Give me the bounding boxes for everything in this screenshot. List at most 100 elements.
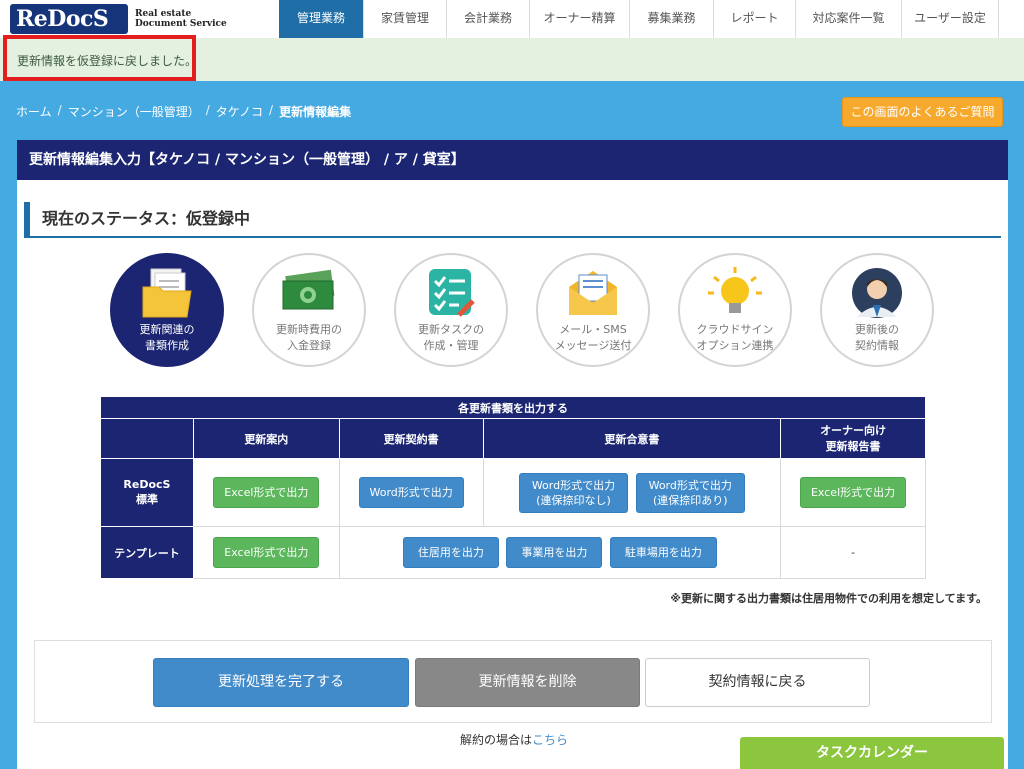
step-label-line: 作成・管理 [423, 339, 479, 352]
parking-output-button[interactable]: 駐車場用を出力 [609, 537, 717, 568]
breadcrumb: ホーム / マンション（一般管理） / タケノコ / 更新情報編集 [16, 103, 351, 120]
row-template-label: テンプレート [100, 526, 194, 579]
button-line: Word形式で出力 [648, 478, 732, 492]
breadcrumb-separator: / [205, 103, 210, 117]
cancellation-text: 解約の場合は [460, 733, 533, 747]
cell-template-owner: - [780, 526, 926, 579]
nav-spacer [998, 0, 1024, 38]
breadcrumb-separator: / [269, 103, 274, 117]
output-note: ※更新に関する出力書類は住居用物件での利用を想定してます。 [670, 592, 987, 605]
cancellation-note: 解約の場合はこちら [460, 731, 568, 748]
button-line: (連保捺印なし) [536, 493, 611, 507]
step-label: 更新タスクの 作成・管理 [396, 322, 506, 354]
cell-standard-owner: Excel形式で出力 [780, 458, 926, 527]
table-corner [100, 418, 194, 459]
col-owner-report-line-2: 更新報告書 [825, 439, 881, 453]
back-to-contract-button[interactable]: 契約情報に戻る [645, 658, 870, 707]
folder-documents-icon [142, 268, 192, 318]
step-payment[interactable]: 更新時費用の 入金登録 [252, 253, 366, 367]
row-standard-label: ReDocS 標準 [100, 458, 194, 527]
step-label: クラウドサイン オプション連携 [680, 322, 790, 354]
output-documents-table: 各更新書類を出力する 更新案内 更新契約書 更新合意書 オーナー向け 更新報告書… [100, 396, 926, 579]
nav-cases[interactable]: 対応案件一覧 [795, 0, 901, 38]
breadcrumb-property-type[interactable]: マンション（一般管理） [68, 103, 200, 120]
col-owner-report-line-1: オーナー向け [820, 423, 887, 437]
task-checklist-icon [429, 269, 475, 317]
status-heading: 現在のステータス：仮登録中 [24, 202, 1001, 238]
breadcrumb-home[interactable]: ホーム [16, 103, 52, 120]
logo-subtitle-line-1: Real estate [135, 9, 192, 19]
word-output-button[interactable]: Word形式で出力 [358, 477, 464, 508]
cancellation-link[interactable]: こちら [532, 733, 568, 747]
cell-standard-contract: Word形式で出力 [338, 458, 484, 527]
top-header: ReDocS Real estate Document Service 管理業務… [0, 0, 1024, 38]
page-title: 更新情報編集入力【タケノコ / マンション（一般管理） / ア / 貸室】 [17, 140, 1008, 180]
task-calendar-button[interactable]: タスクカレンダー [740, 737, 1004, 769]
col-contract: 更新契約書 [338, 418, 484, 459]
cell-standard-agreement: Word形式で出力 (連保捺印なし) Word形式で出力 (連保捺印あり) [482, 458, 782, 527]
step-contract[interactable]: 更新後の 契約情報 [820, 253, 934, 367]
step-label-line: メール・SMS [559, 323, 627, 336]
redocs-logo[interactable]: ReDocS Real estate Document Service [10, 4, 227, 34]
person-icon [852, 268, 902, 318]
word-output-with-seal-button[interactable]: Word形式で出力 (連保捺印あり) [635, 472, 745, 513]
business-output-button[interactable]: 事業用を出力 [506, 537, 603, 568]
action-box: 更新処理を完了する 更新情報を削除 契約情報に戻る [34, 640, 992, 723]
main-panel: 更新情報編集入力【タケノコ / マンション（一般管理） / ア / 貸室】 現在… [17, 140, 1008, 769]
nav-reports[interactable]: レポート [713, 0, 795, 38]
logo-subtitle-line-2: Document Service [135, 19, 227, 29]
logo-subtitle: Real estate Document Service [135, 9, 227, 29]
cell-standard-guide: Excel形式で出力 [192, 458, 340, 527]
step-label-line: 更新タスクの [418, 323, 484, 336]
logo-mark: ReDocS [10, 4, 128, 34]
step-label-line: 書類作成 [145, 339, 189, 352]
step-label-line: メッセージ送付 [554, 339, 632, 352]
cell-template-contract: 住居用を出力 事業用を出力 駐車場用を出力 [338, 526, 782, 579]
step-label: 更新関連の 書類作成 [112, 322, 222, 354]
table-title: 各更新書類を出力する [100, 396, 926, 419]
col-owner-report: オーナー向け 更新報告書 [780, 418, 926, 459]
col-guide: 更新案内 [192, 418, 340, 459]
step-mail[interactable]: メール・SMS メッセージ送付 [536, 253, 650, 367]
step-label-line: クラウドサイン [696, 323, 774, 336]
excel-output-button[interactable]: Excel形式で出力 [799, 477, 907, 508]
lightbulb-icon [708, 267, 762, 313]
excel-output-button[interactable]: Excel形式で出力 [213, 477, 320, 508]
complete-renewal-button[interactable]: 更新処理を完了する [153, 658, 409, 707]
step-label-line: 入金登録 [287, 339, 331, 352]
nav-rent[interactable]: 家賃管理 [363, 0, 446, 38]
step-label-line: オプション連携 [696, 339, 774, 352]
breadcrumb-property[interactable]: タケノコ [216, 103, 263, 120]
nav-owner-settlement[interactable]: オーナー精算 [529, 0, 629, 38]
step-label: 更新時費用の 入金登録 [254, 322, 364, 354]
row-standard-label-line-2: 標準 [135, 493, 158, 506]
nav-recruiting[interactable]: 募集業務 [629, 0, 713, 38]
step-label-line: 契約情報 [855, 339, 899, 352]
breadcrumb-separator: / [57, 103, 62, 117]
step-label-line: 更新後の [855, 323, 899, 336]
breadcrumb-current: 更新情報編集 [279, 105, 352, 119]
faq-button[interactable]: この画面のよくあるご質問 [842, 97, 1003, 127]
step-label-line: 更新時費用の [276, 323, 342, 336]
button-line: (連保捺印あり) [652, 493, 728, 507]
row-standard-label-line-1: ReDocS [123, 478, 171, 491]
mail-icon [569, 271, 617, 315]
word-output-no-seal-button[interactable]: Word形式で出力 (連保捺印なし) [518, 472, 629, 513]
step-cloudsign[interactable]: クラウドサイン オプション連携 [678, 253, 792, 367]
delete-renewal-button[interactable]: 更新情報を削除 [415, 658, 640, 707]
step-label-line: 更新関連の [139, 323, 195, 336]
step-tasks[interactable]: 更新タスクの 作成・管理 [394, 253, 508, 367]
nav-user-settings[interactable]: ユーザー設定 [901, 0, 998, 38]
excel-output-button[interactable]: Excel形式で出力 [213, 537, 320, 568]
main-nav: 管理業務 家賃管理 会計業務 オーナー精算 募集業務 レポート 対応案件一覧 ユ… [279, 0, 1024, 38]
residential-output-button[interactable]: 住居用を出力 [402, 537, 499, 568]
step-label: メール・SMS メッセージ送付 [538, 322, 648, 354]
button-line: Word形式で出力 [531, 478, 616, 492]
money-icon [282, 269, 335, 310]
step-label: 更新後の 契約情報 [822, 322, 932, 354]
nav-management[interactable]: 管理業務 [279, 0, 363, 38]
cell-template-guide: Excel形式で出力 [192, 526, 340, 579]
col-agreement: 更新合意書 [482, 418, 782, 459]
nav-accounting[interactable]: 会計業務 [446, 0, 529, 38]
step-documents[interactable]: 更新関連の 書類作成 [110, 253, 224, 367]
